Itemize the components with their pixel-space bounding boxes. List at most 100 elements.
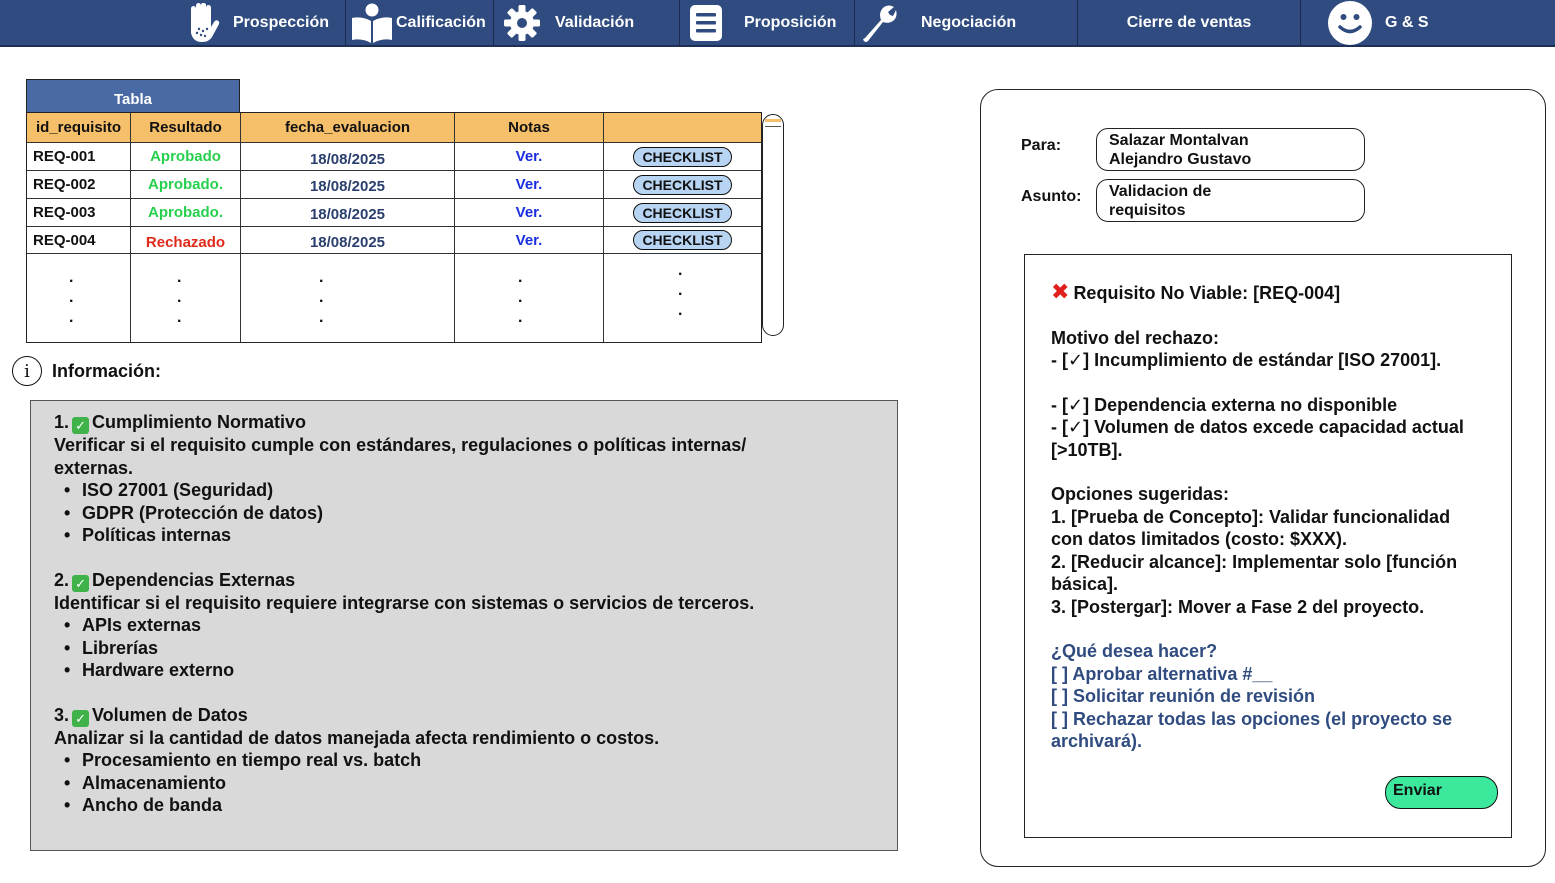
evaluation-date: 18/08/2025	[241, 199, 455, 226]
table-tab[interactable]: Tabla	[26, 79, 240, 112]
ellipsis-dots: ...	[678, 262, 683, 319]
top-navigation: Prospección Calificación Validación Prop…	[0, 0, 1555, 47]
nav-item-validacion[interactable]: Validación	[494, 0, 680, 46]
nav-item-profile[interactable]: G & S	[1301, 0, 1555, 46]
info-section: 2. ✓ Dependencias Externas Identificar si …	[54, 569, 874, 682]
nav-item-negociacion[interactable]: Negociación	[855, 0, 1078, 46]
requirement-id: REQ-002	[27, 171, 131, 198]
message-body[interactable]: ✖ Requisito No Viable: [REQ-004] Motivo d…	[1024, 254, 1512, 838]
nav-label: Cierre de ventas	[1126, 14, 1252, 31]
to-value-line: Alejandro Gustavo	[1109, 151, 1252, 168]
choice-option[interactable]: [ ] Solicitar reunión de revisión	[1051, 685, 1485, 708]
section-number: 3.	[54, 704, 70, 725]
reason-item: - [✓] Volumen de datos excede capacidad …	[1051, 417, 1464, 460]
table-tab-label: Tabla	[113, 91, 153, 108]
info-section: 1. ✓ Cumplimiento Normativo Verificar si e…	[54, 411, 874, 547]
ellipsis-dots: ...	[319, 269, 324, 326]
list-item: Ancho de banda	[64, 794, 874, 817]
choice-option[interactable]: [ ] Rechazar todas las opciones (el proy…	[1051, 708, 1485, 753]
checklist-button[interactable]: CHECKLIST	[633, 174, 732, 195]
nav-item-cierre-de-ventas[interactable]: Cierre de ventas	[1078, 0, 1301, 46]
ellipsis-dots: ...	[69, 269, 74, 326]
result-text: Aprobado.	[131, 199, 241, 226]
close-x-icon: ✖	[1051, 279, 1070, 304]
list-item: GDPR (Protección de datos)	[64, 502, 874, 525]
to-value-line: Salazar Montalvan	[1109, 132, 1249, 149]
section-number: 2.	[54, 569, 70, 590]
to-label: Para:	[1021, 137, 1062, 154]
table-row-placeholder: ... ... ... ... ...	[27, 254, 761, 342]
nav-item-calificacion[interactable]: Calificación	[346, 0, 494, 46]
section-heading: Cumplimiento Normativo	[92, 412, 307, 432]
scrollbar-thumb[interactable]	[765, 119, 781, 127]
ellipsis-dots: ...	[177, 269, 182, 326]
requirement-id: REQ-004	[27, 227, 131, 253]
nav-item-prospeccion[interactable]: Prospección	[177, 0, 346, 46]
check-icon: ✓	[72, 417, 90, 434]
nav-label: Calificación	[396, 14, 486, 31]
list-item: Procesamiento en tiempo real vs. batch	[64, 749, 874, 772]
info-icon: i	[12, 356, 42, 386]
list-item: Hardware externo	[64, 659, 874, 682]
section-number: 1.	[54, 412, 70, 432]
table-row: REQ-002 Aprobado. 18/08/2025 Ver. CHECKL…	[27, 171, 761, 199]
info-section: 3. ✓ Volumen de Datos Analizar si la canti…	[54, 704, 874, 817]
subject-field[interactable]: Validacion de requisitos	[1096, 179, 1365, 222]
book-icon	[350, 3, 394, 43]
table-row: REQ-004 Rechazado 18/08/2025 Ver. CHECKL…	[27, 227, 761, 254]
info-header: i Información:	[12, 356, 161, 386]
reason-item: - [✓] Dependencia externa no disponible	[1051, 394, 1398, 415]
send-button[interactable]: Enviar	[1385, 776, 1498, 809]
list-item: Políticas internas	[64, 524, 874, 547]
check-icon: ✓	[72, 709, 90, 727]
column-header-resultado: Resultado	[131, 113, 241, 142]
reason-heading: Motivo del rechazo:	[1051, 327, 1220, 348]
list-item: Almacenamiento	[64, 772, 874, 795]
table-header-row: id_requisito Resultado fecha_evaluacion …	[27, 113, 761, 143]
column-header-notas: Notas	[455, 113, 604, 142]
notes-link[interactable]: Ver.	[516, 204, 543, 221]
nav-label: Validación	[555, 14, 635, 31]
choice-option[interactable]: [ ] Aprobar alternativa #__	[1051, 663, 1485, 686]
section-description: Analizar si la cantidad de datos manejad…	[54, 727, 660, 748]
section-description: Verificar si el requisito cumple con est…	[54, 435, 747, 478]
requirement-id: REQ-003	[27, 199, 131, 226]
table-scrollbar[interactable]	[762, 114, 784, 336]
column-header-actions	[604, 113, 761, 142]
hand-icon	[185, 3, 223, 43]
subject-label: Asunto:	[1021, 188, 1082, 205]
nav-item-proposicion[interactable]: Proposición	[680, 0, 855, 46]
checklist-button[interactable]: CHECKLIST	[633, 146, 732, 167]
list-item: ISO 27001 (Seguridad)	[64, 479, 874, 502]
option-item: 2. [Reducir alcance]: Implementar solo […	[1051, 551, 1458, 595]
document-icon	[688, 3, 724, 43]
nav-label: G & S	[1385, 14, 1429, 31]
ellipsis-dots: ...	[518, 269, 523, 326]
option-item: 1. [Prueba de Concepto]: Validar funcion…	[1051, 506, 1451, 550]
evaluation-date: 18/08/2025	[241, 171, 455, 198]
smiley-icon	[1327, 0, 1373, 46]
table-row: REQ-003 Aprobado. 18/08/2025 Ver. CHECKL…	[27, 199, 761, 227]
section-heading: Volumen de Datos	[92, 704, 248, 725]
notes-link[interactable]: Ver.	[516, 148, 543, 165]
result-text: Aprobado	[131, 143, 241, 170]
checklist-button[interactable]: CHECKLIST	[633, 202, 732, 223]
info-panel: 1. ✓ Cumplimiento Normativo Verificar si e…	[30, 400, 898, 851]
result-text: Rechazado	[131, 227, 241, 253]
message-title: Requisito No Viable: [REQ-004]	[1073, 283, 1341, 303]
section-heading: Dependencias Externas	[92, 569, 296, 590]
reason-item: - [✓] Incumplimiento de estándar [ISO 27…	[1051, 350, 1442, 370]
checklist-button[interactable]: CHECKLIST	[633, 230, 732, 250]
subject-value-line: requisitos	[1109, 202, 1186, 219]
options-heading: Opciones sugeridas:	[1051, 484, 1230, 504]
column-header-fecha: fecha_evaluacion	[241, 113, 455, 142]
requirement-id: REQ-001	[27, 143, 131, 170]
notes-link[interactable]: Ver.	[516, 176, 543, 193]
evaluation-date: 18/08/2025	[241, 227, 455, 253]
gear-icon	[503, 4, 541, 42]
section-description: Identificar si el requisito requiere int…	[54, 592, 755, 613]
list-item: APIs externas	[64, 614, 874, 637]
question-text: ¿Qué desea hacer?	[1051, 641, 1218, 661]
to-field[interactable]: Salazar Montalvan Alejandro Gustavo	[1096, 128, 1365, 171]
notes-link[interactable]: Ver.	[516, 232, 543, 249]
